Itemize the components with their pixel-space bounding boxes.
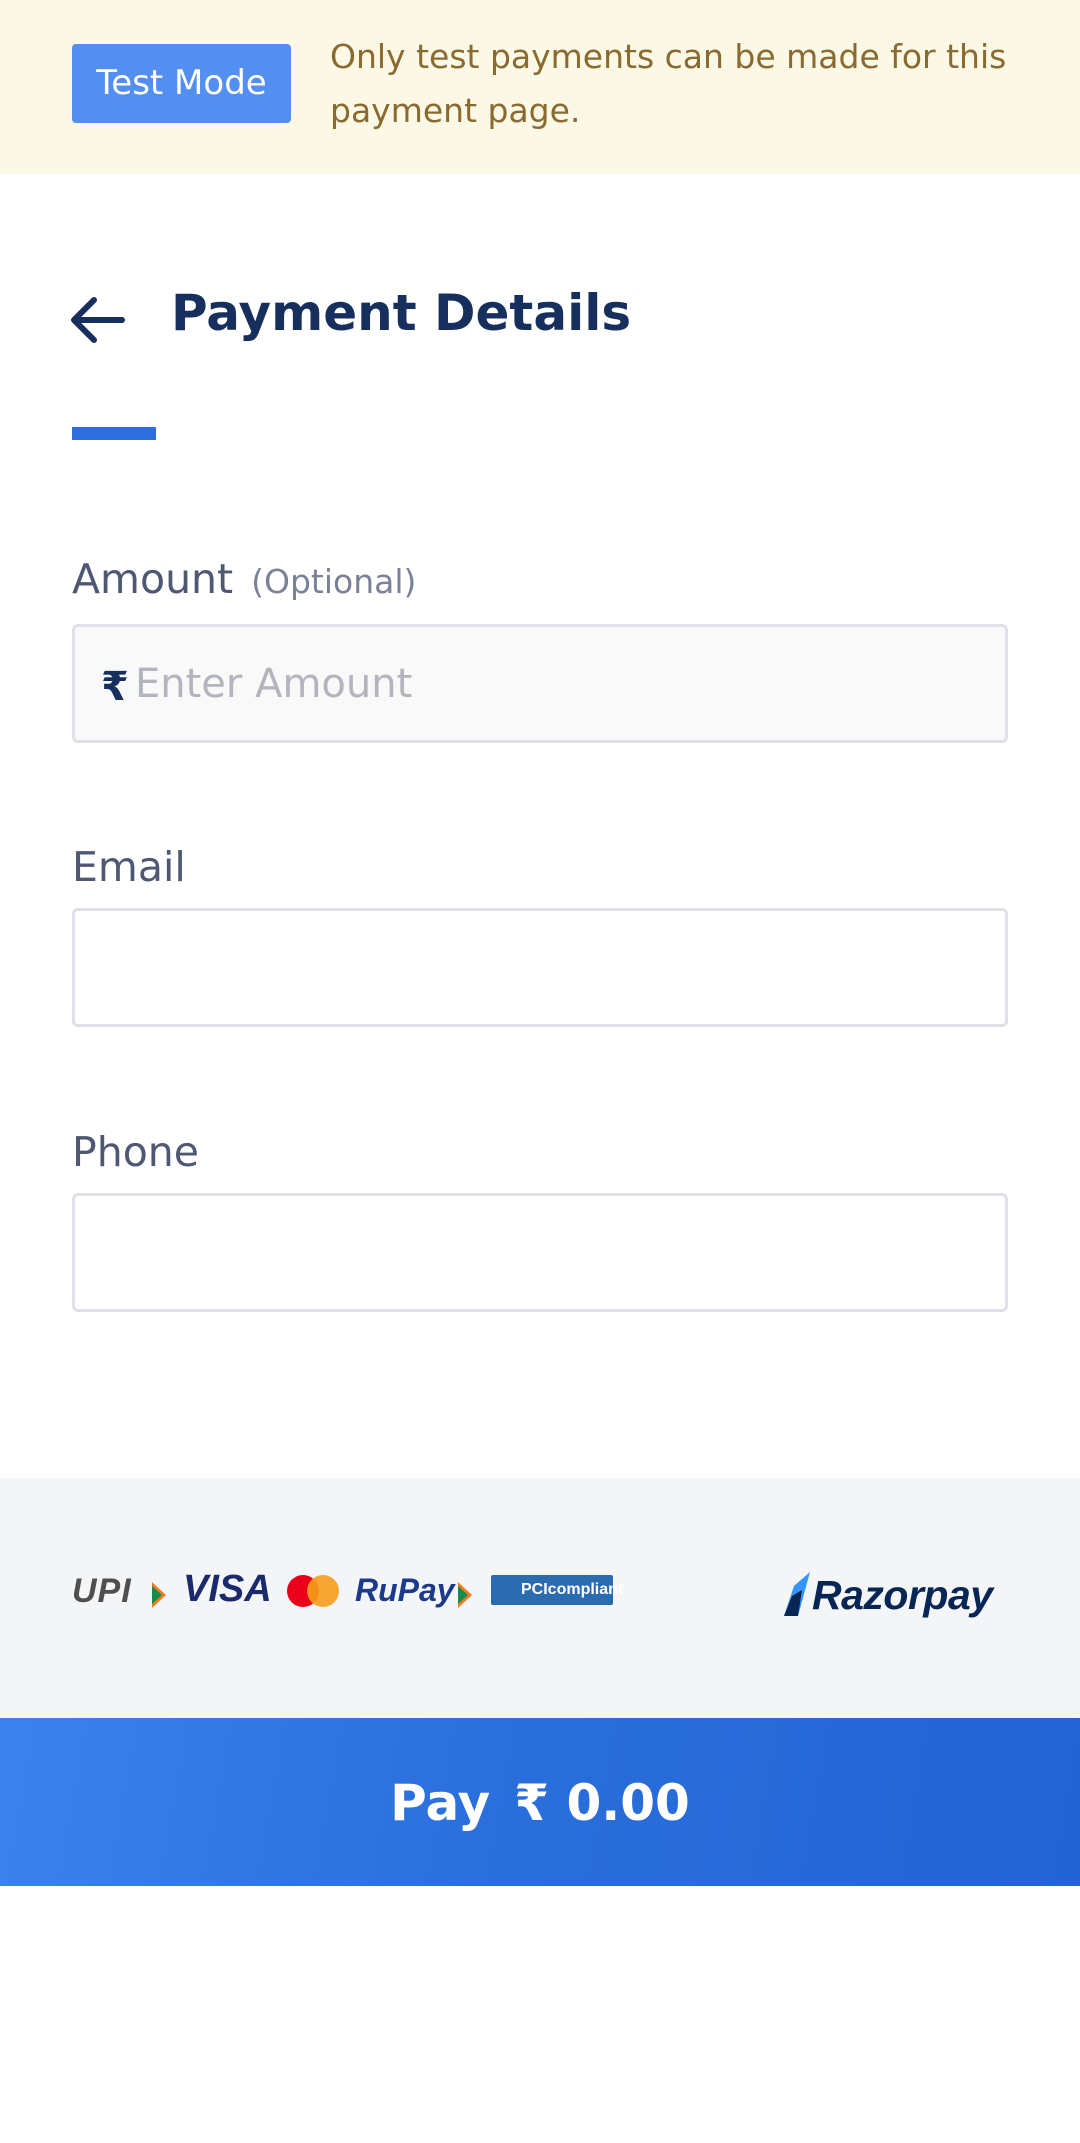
pci-compliant-logo: PCIcompliant [491,1575,623,1605]
test-mode-badge: Test Mode [72,44,291,123]
mastercard-icon [287,1575,339,1607]
email-field [72,908,1008,1027]
upi-arrow-icon [152,1582,166,1608]
phone-input[interactable] [75,1196,1005,1309]
email-input[interactable] [75,911,1005,1024]
amount-input[interactable] [75,627,1005,740]
payment-methods-footer: UPI VISA RuPay PCIcompliant Razorpay [0,1478,1080,1718]
pay-button[interactable]: Pay ₹ 0.00 [0,1718,1080,1886]
amount-label: Amount (Optional) [72,552,416,609]
email-label: Email [72,843,186,891]
pay-label: Pay [390,1774,491,1832]
test-mode-banner: Test Mode Only test payments can be made… [0,0,1080,174]
phone-field [72,1193,1008,1312]
arrow-left-icon [71,297,125,343]
amount-label-text: Amount [72,555,234,603]
upi-logo: UPI [72,1572,132,1610]
razorpay-mark-icon [784,1572,810,1616]
amount-field: ₹ [72,624,1008,743]
optional-hint: (Optional) [251,562,417,601]
visa-logo: VISA [183,1568,272,1610]
rupay-logo: RuPay [355,1572,455,1608]
pay-amount: 0.00 [566,1774,690,1832]
test-mode-message: Only test payments can be made for this … [330,37,1007,130]
razorpay-logo: Razorpay [812,1572,993,1618]
phone-label: Phone [72,1128,200,1176]
page-title: Payment Details [171,284,632,342]
rupay-arrow-icon [458,1582,472,1608]
title-accent-bar [72,427,156,440]
pay-currency: ₹ [514,1774,550,1832]
back-button[interactable] [68,288,128,348]
